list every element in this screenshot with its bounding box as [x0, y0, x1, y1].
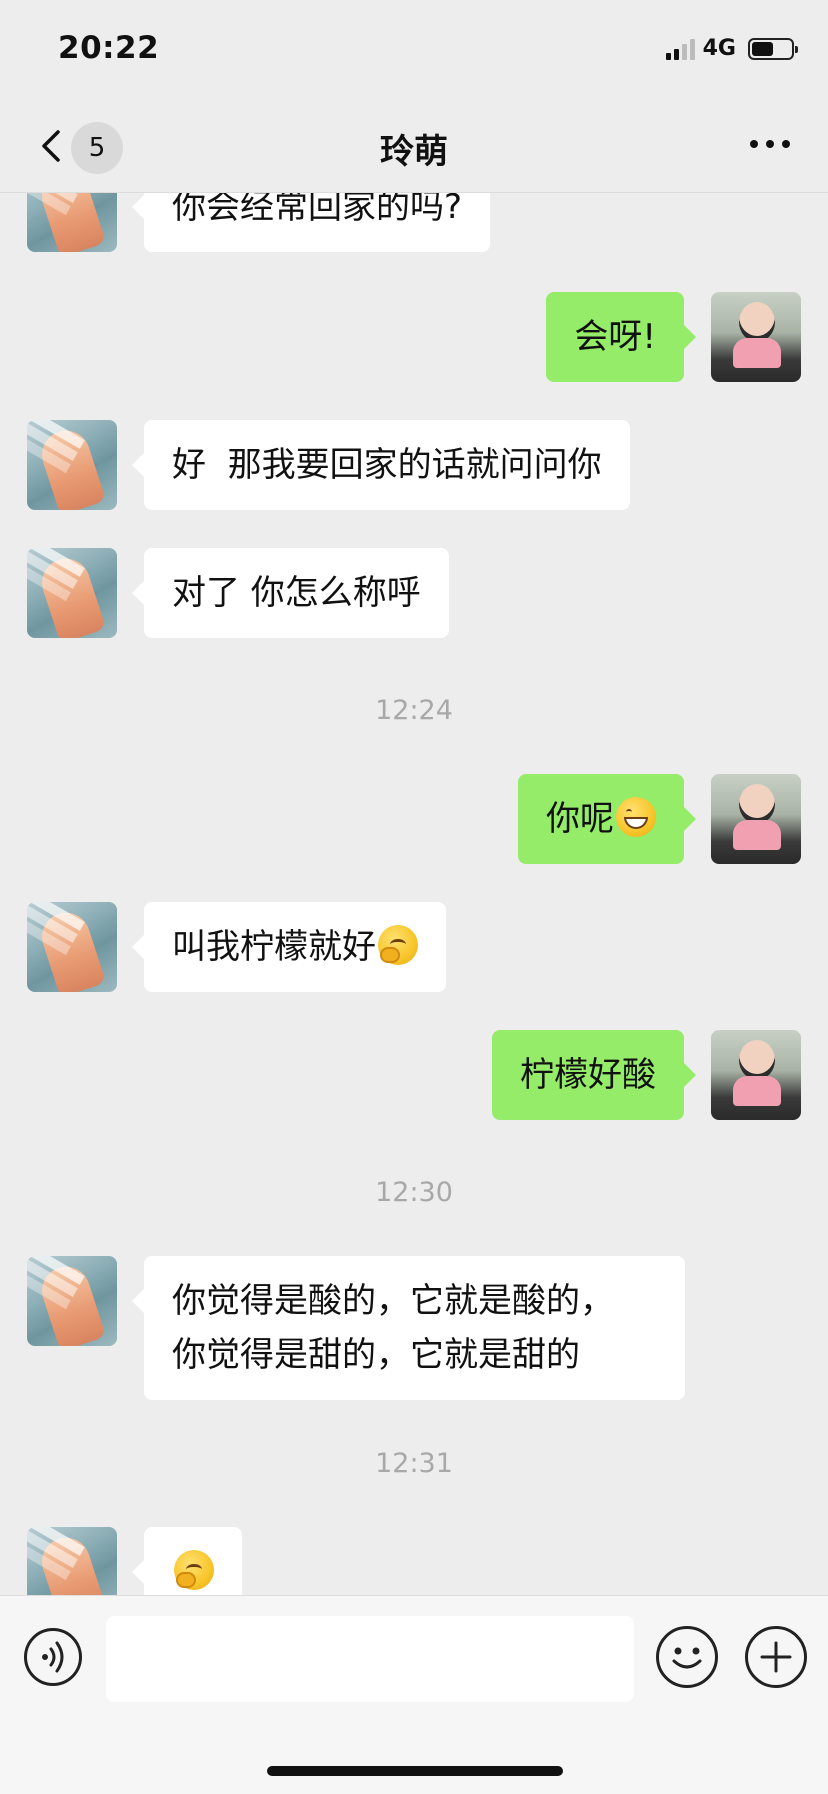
message-text: 好 那我要回家的话就问问你: [172, 445, 602, 485]
voice-icon[interactable]: [24, 1628, 82, 1686]
network-label: 4G: [702, 36, 736, 61]
message-bubble-outgoing[interactable]: 柠檬好酸: [492, 1030, 696, 1120]
message-text: 你呢: [546, 799, 614, 839]
message-bubble-incoming[interactable]: 你会经常回家的吗?: [131, 193, 491, 252]
message-bubble-incoming[interactable]: 好 那我要回家的话就问问你: [132, 420, 630, 510]
message-timestamp: 12:31: [375, 1448, 453, 1479]
my-avatar[interactable]: [711, 774, 801, 864]
grinning-face-emoji: [616, 797, 656, 837]
message-timestamp: 12:24: [375, 695, 453, 726]
contact-avatar[interactable]: [27, 1256, 117, 1346]
message-input[interactable]: [106, 1616, 634, 1702]
message-bubble-outgoing[interactable]: 你呢: [518, 774, 696, 864]
chat-area[interactable]: 你会经常回家的吗? 会呀! 好 那我要回家的话就问问你 对了 你怎么称呼 12:…: [0, 193, 828, 1595]
message-bubble-outgoing[interactable]: 会呀!: [546, 292, 696, 382]
thinking-face-emoji: [174, 1550, 214, 1590]
nav-bar: 5 玲萌: [0, 100, 828, 192]
chat-title: 玲萌: [380, 132, 448, 172]
message-text: 会呀!: [574, 317, 656, 357]
thinking-face-emoji: [378, 925, 418, 965]
contact-avatar[interactable]: [27, 548, 117, 638]
signal-icon: [665, 38, 695, 60]
contact-avatar[interactable]: [27, 420, 117, 510]
emoji-icon[interactable]: [656, 1626, 718, 1688]
chevron-left-icon[interactable]: [34, 128, 70, 164]
message-bubble-incoming[interactable]: [132, 1527, 242, 1595]
message-bubble-incoming[interactable]: 对了 你怎么称呼: [132, 548, 449, 638]
message-timestamp: 12:30: [375, 1177, 453, 1208]
battery-icon: [748, 37, 798, 60]
battery-level: [752, 41, 773, 56]
contact-avatar[interactable]: [27, 902, 117, 992]
my-avatar[interactable]: [711, 1030, 801, 1120]
plus-icon[interactable]: [745, 1626, 807, 1688]
message-text-line: 你觉得是酸的，它就是酸的，: [172, 1281, 614, 1321]
message-text: 柠檬好酸: [520, 1055, 656, 1095]
message-bubble-incoming[interactable]: 叫我柠檬就好: [132, 902, 446, 992]
message-text: 叫我柠檬就好: [172, 927, 376, 967]
message-text: 你会经常回家的吗?: [172, 193, 463, 227]
message-bubble-incoming[interactable]: 你觉得是酸的，它就是酸的， 你觉得是甜的，它就是甜的: [132, 1256, 685, 1400]
status-bar: 20:22 4G: [0, 0, 828, 100]
message-text-line: 你觉得是甜的，它就是甜的: [172, 1335, 580, 1375]
unread-count-badge[interactable]: 5: [71, 122, 123, 174]
input-bar: [0, 1595, 828, 1794]
status-indicators: 4G: [665, 36, 798, 61]
status-time: 20:22: [58, 30, 160, 66]
more-dots-icon[interactable]: [748, 136, 792, 152]
contact-avatar[interactable]: [27, 1527, 117, 1595]
home-indicator[interactable]: [267, 1766, 563, 1776]
message-text: 对了 你怎么称呼: [172, 573, 421, 613]
my-avatar[interactable]: [711, 292, 801, 382]
contact-avatar[interactable]: [27, 193, 117, 252]
